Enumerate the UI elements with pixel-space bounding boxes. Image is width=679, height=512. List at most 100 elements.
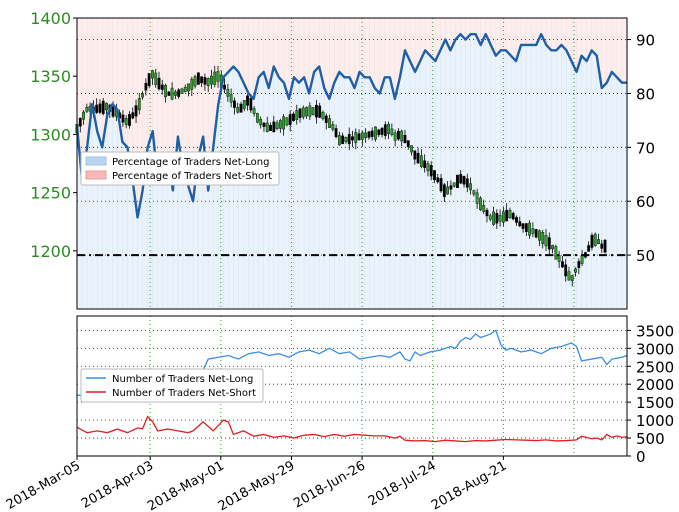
candle-body bbox=[210, 75, 213, 85]
x-tick-label: 2018-May-29 bbox=[216, 458, 298, 512]
candle-body bbox=[98, 103, 102, 113]
candle-body bbox=[475, 192, 479, 204]
candle-body bbox=[288, 114, 292, 125]
candle-body bbox=[567, 271, 571, 281]
bottom-legend: Number of Traders Net-Long Number of Trad… bbox=[80, 368, 264, 403]
candle-body bbox=[164, 85, 167, 98]
candle-body bbox=[213, 71, 217, 85]
candle-body bbox=[137, 98, 141, 111]
candle-body bbox=[479, 197, 482, 210]
candle-body bbox=[226, 89, 230, 97]
candle-body bbox=[511, 213, 515, 220]
candle-body bbox=[157, 77, 161, 90]
candle-body bbox=[141, 93, 144, 98]
candle-body bbox=[249, 98, 253, 111]
candle-body bbox=[449, 185, 453, 190]
right-tick-label: 1500 bbox=[636, 394, 674, 412]
candle-body bbox=[370, 130, 374, 137]
candle-body bbox=[255, 113, 259, 123]
candle-body bbox=[246, 95, 249, 106]
left-tick-label: 1400 bbox=[30, 9, 71, 28]
candle-body bbox=[357, 133, 361, 141]
candle-body bbox=[364, 132, 368, 138]
candle-body bbox=[501, 211, 505, 223]
candle-body bbox=[485, 209, 489, 217]
candle-body bbox=[446, 186, 450, 195]
candle-body bbox=[488, 215, 492, 220]
left-tick-label: 1250 bbox=[30, 184, 71, 203]
candle-body bbox=[561, 261, 564, 268]
candle-body bbox=[426, 163, 430, 172]
x-tick-label: 2018-May-01 bbox=[145, 458, 227, 512]
candle-body bbox=[469, 183, 472, 191]
left-tick-label: 1200 bbox=[30, 242, 71, 261]
candle-body bbox=[551, 245, 554, 250]
candle-body bbox=[275, 122, 279, 129]
candle-body bbox=[482, 205, 486, 212]
candle-body bbox=[574, 268, 577, 273]
candle-body bbox=[492, 211, 495, 225]
candle-body bbox=[85, 106, 89, 112]
candle-body bbox=[324, 115, 328, 123]
candle-body bbox=[321, 111, 325, 120]
candle-body bbox=[390, 128, 394, 135]
candle-body bbox=[603, 239, 607, 253]
candle-body bbox=[416, 152, 420, 164]
candle-body bbox=[272, 121, 276, 133]
candle-body bbox=[269, 124, 272, 131]
candle-body bbox=[173, 91, 177, 96]
x-axis-tick-labels: 2018-Mar-052018-Apr-032018-May-012018-Ma… bbox=[4, 456, 509, 512]
candle-body bbox=[200, 76, 204, 84]
candle-body bbox=[393, 132, 397, 141]
candle-body bbox=[187, 83, 190, 92]
candle-body bbox=[367, 131, 371, 138]
candle-body bbox=[252, 108, 256, 114]
right-tick-label: 70 bbox=[636, 139, 655, 157]
candle-body bbox=[262, 122, 266, 127]
candle-body bbox=[472, 190, 476, 195]
candle-body bbox=[452, 182, 456, 187]
candle-body bbox=[180, 88, 184, 94]
candle-body bbox=[400, 130, 404, 142]
candle-body bbox=[547, 237, 551, 250]
candle-body bbox=[347, 134, 351, 145]
left-tick-label: 1350 bbox=[30, 67, 71, 86]
candle-body bbox=[242, 100, 246, 109]
candle-body bbox=[436, 177, 440, 183]
candle-body bbox=[308, 105, 312, 117]
candle-body bbox=[239, 103, 243, 113]
candle-body bbox=[196, 72, 200, 85]
candle-body bbox=[170, 87, 174, 100]
candle-body bbox=[134, 105, 138, 117]
candle-body bbox=[167, 91, 171, 96]
right-tick-label: 60 bbox=[636, 193, 655, 211]
x-tick-label: 2018-Aug-21 bbox=[429, 458, 509, 512]
legend-swatch bbox=[85, 156, 107, 166]
candle-body bbox=[78, 117, 82, 127]
candle-body bbox=[236, 107, 240, 113]
legend-swatch bbox=[85, 170, 107, 180]
candle-body bbox=[282, 116, 286, 130]
candle-body bbox=[554, 246, 558, 260]
x-tick-label: 2018-Apr-03 bbox=[79, 458, 156, 511]
candle-body bbox=[203, 77, 207, 85]
candle-body bbox=[495, 212, 499, 224]
candle-body bbox=[597, 239, 600, 244]
candle-body bbox=[305, 107, 308, 117]
candle-body bbox=[557, 255, 561, 262]
candle-body bbox=[183, 87, 187, 92]
right-tick-label: 80 bbox=[636, 85, 655, 103]
candle-body bbox=[577, 261, 581, 268]
candle-body bbox=[190, 78, 194, 90]
right-tick-label: 1000 bbox=[636, 412, 674, 430]
candle-body bbox=[534, 229, 538, 238]
candle-body bbox=[295, 110, 299, 120]
candle-body bbox=[298, 108, 302, 118]
candle-body bbox=[374, 126, 377, 140]
right-tick-label: 90 bbox=[636, 32, 655, 50]
candle-body bbox=[311, 107, 315, 115]
candle-body bbox=[442, 184, 446, 198]
candle-body bbox=[105, 103, 108, 111]
candle-body bbox=[439, 178, 443, 192]
candle-body bbox=[383, 124, 387, 136]
